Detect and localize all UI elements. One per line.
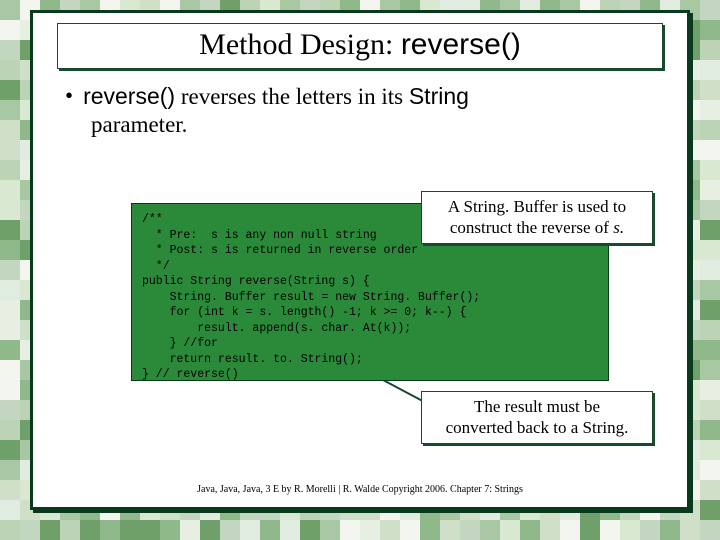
bullet-line2: parameter.	[91, 112, 687, 138]
slide-title: Method Design: reverse()	[57, 23, 663, 69]
annot1-line1: A String. Buffer is used to	[432, 196, 642, 217]
title-sans: reverse()	[401, 28, 521, 61]
slide-frame: Method Design: reverse() • reverse() rev…	[30, 10, 690, 510]
bullet-code2: String	[409, 83, 469, 109]
annot1-line2: construct the reverse of s.	[432, 217, 642, 238]
bullet-code1: reverse()	[83, 83, 175, 109]
bullet-line: • reverse() reverses the letters in its …	[61, 83, 659, 110]
bullet-text: reverse() reverses the letters in its St…	[83, 83, 469, 110]
bullet-dot: •	[65, 83, 73, 110]
bullet-plain1: reverses the letters in its	[175, 84, 409, 109]
annotation-result: The result must be converted back to a S…	[421, 391, 653, 444]
annot2-line2: converted back to a String.	[432, 417, 642, 438]
annot2-line1: The result must be	[432, 396, 642, 417]
title-serif: Method Design:	[199, 28, 401, 61]
footer-text: Java, Java, Java, 3 E by R. Morelli | R.…	[33, 484, 687, 495]
annotation-stringbuffer: A String. Buffer is used to construct th…	[421, 191, 653, 244]
